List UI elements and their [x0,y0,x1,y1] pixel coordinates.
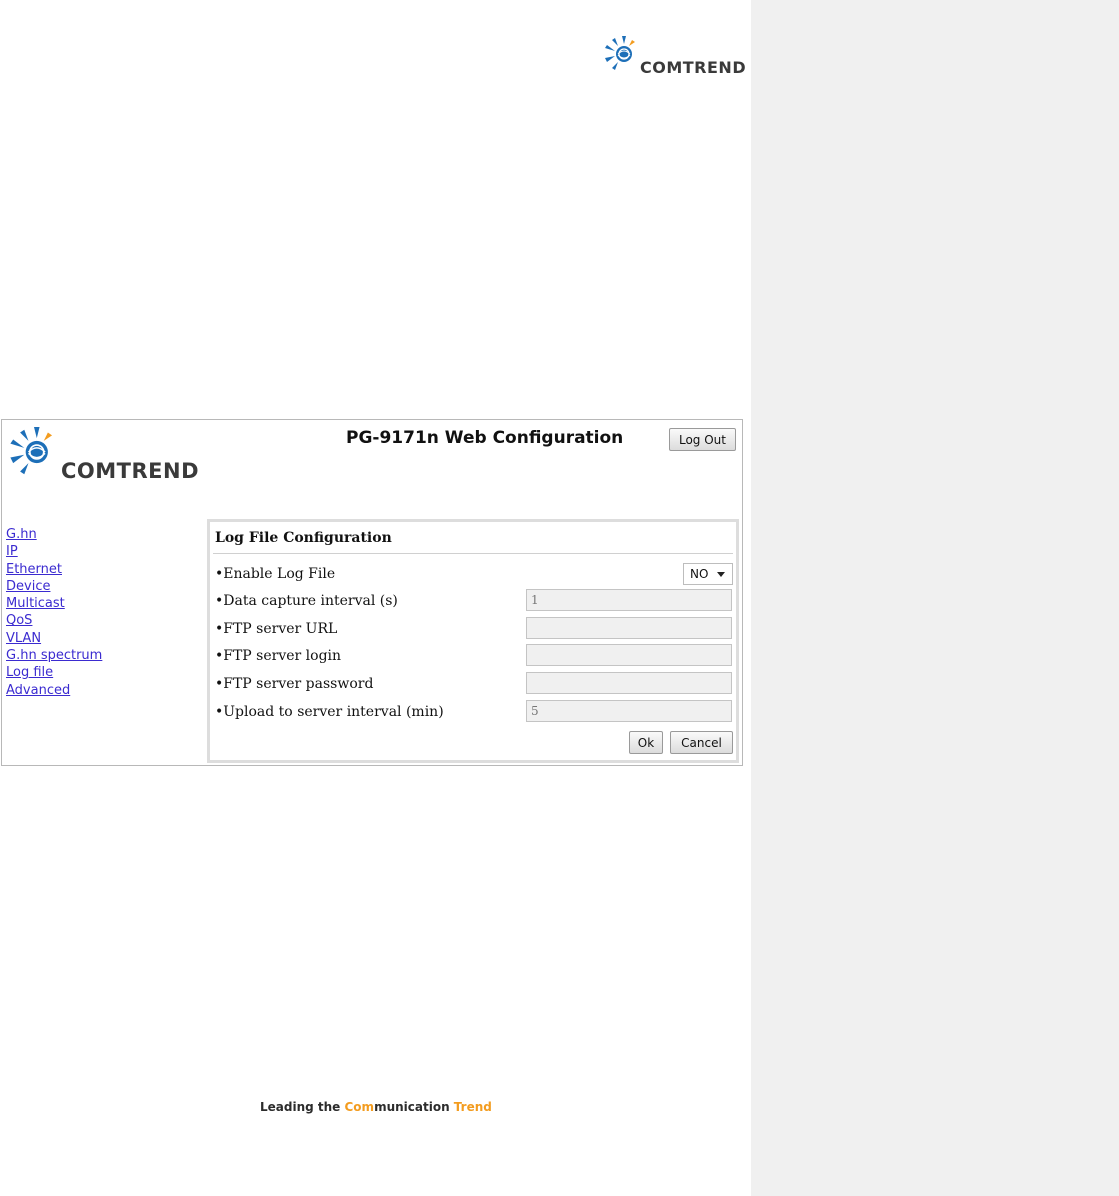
sidebar-item-ghn[interactable]: G.hn [6,526,102,543]
ftp-server-url-label: •FTP server URL [215,621,338,637]
sidebar-item-vlan[interactable]: VLAN [6,630,102,647]
sidebar-item-qos[interactable]: QoS [6,612,102,629]
upload-interval-label: •Upload to server interval (min) [215,704,444,720]
sidebar-item-ip[interactable]: IP [6,543,102,560]
comtrend-logo-icon [605,36,635,70]
sidebar-nav: G.hn IP Ethernet Device Multicast QoS VL… [6,526,102,699]
sidebar-item-ghn-spectrum[interactable]: G.hn spectrum [6,647,102,664]
web-ui-screenshot: COMTREND PG-9171n Web Configuration Log … [1,419,743,766]
upload-interval-input[interactable] [526,700,732,722]
ftp-server-password-input[interactable] [526,672,732,694]
sidebar-item-multicast[interactable]: Multicast [6,595,102,612]
select-value: NO [690,567,709,581]
ftp-server-url-input[interactable] [526,617,732,639]
panel-title: Log File Configuration [215,530,392,546]
panel-divider [213,553,733,554]
log-file-config-panel: Log File Configuration •Enable Log File … [207,519,739,763]
footer-tagline: Leading the Communication Trend [260,1100,492,1114]
page-title: PG-9171n Web Configuration [346,428,624,448]
ftp-server-login-input[interactable] [526,644,732,666]
header-logo: COMTREND [604,34,752,78]
comtrend-logo-icon [10,427,53,475]
sidebar-item-log-file[interactable]: Log file [6,664,102,681]
ftp-server-login-label: •FTP server login [215,648,342,664]
log-out-button[interactable]: Log Out [669,428,736,451]
page-margin-gutter [751,0,1119,1196]
data-capture-interval-input[interactable] [526,589,732,611]
enable-log-file-select[interactable]: NO [683,563,733,585]
sidebar-item-advanced[interactable]: Advanced [6,682,102,699]
ftp-server-password-label: •FTP server password [215,676,374,692]
tagline-part-accent: Trend [453,1100,492,1114]
app-logo: COMTREND [9,424,203,484]
tagline-part: munication [374,1100,454,1114]
logo-wordmark: COMTREND [61,459,200,483]
data-capture-interval-label: •Data capture interval (s) [215,593,398,609]
enable-log-file-label: •Enable Log File [215,566,336,582]
tagline-part: Leading the [260,1100,345,1114]
cancel-button[interactable]: Cancel [670,731,733,754]
ok-button[interactable]: Ok [629,731,663,754]
chevron-down-icon [717,572,725,577]
logo-wordmark: COMTREND [640,58,747,77]
tagline-part-accent: Com [344,1100,375,1114]
sidebar-item-ethernet[interactable]: Ethernet [6,561,102,578]
sidebar-item-device[interactable]: Device [6,578,102,595]
